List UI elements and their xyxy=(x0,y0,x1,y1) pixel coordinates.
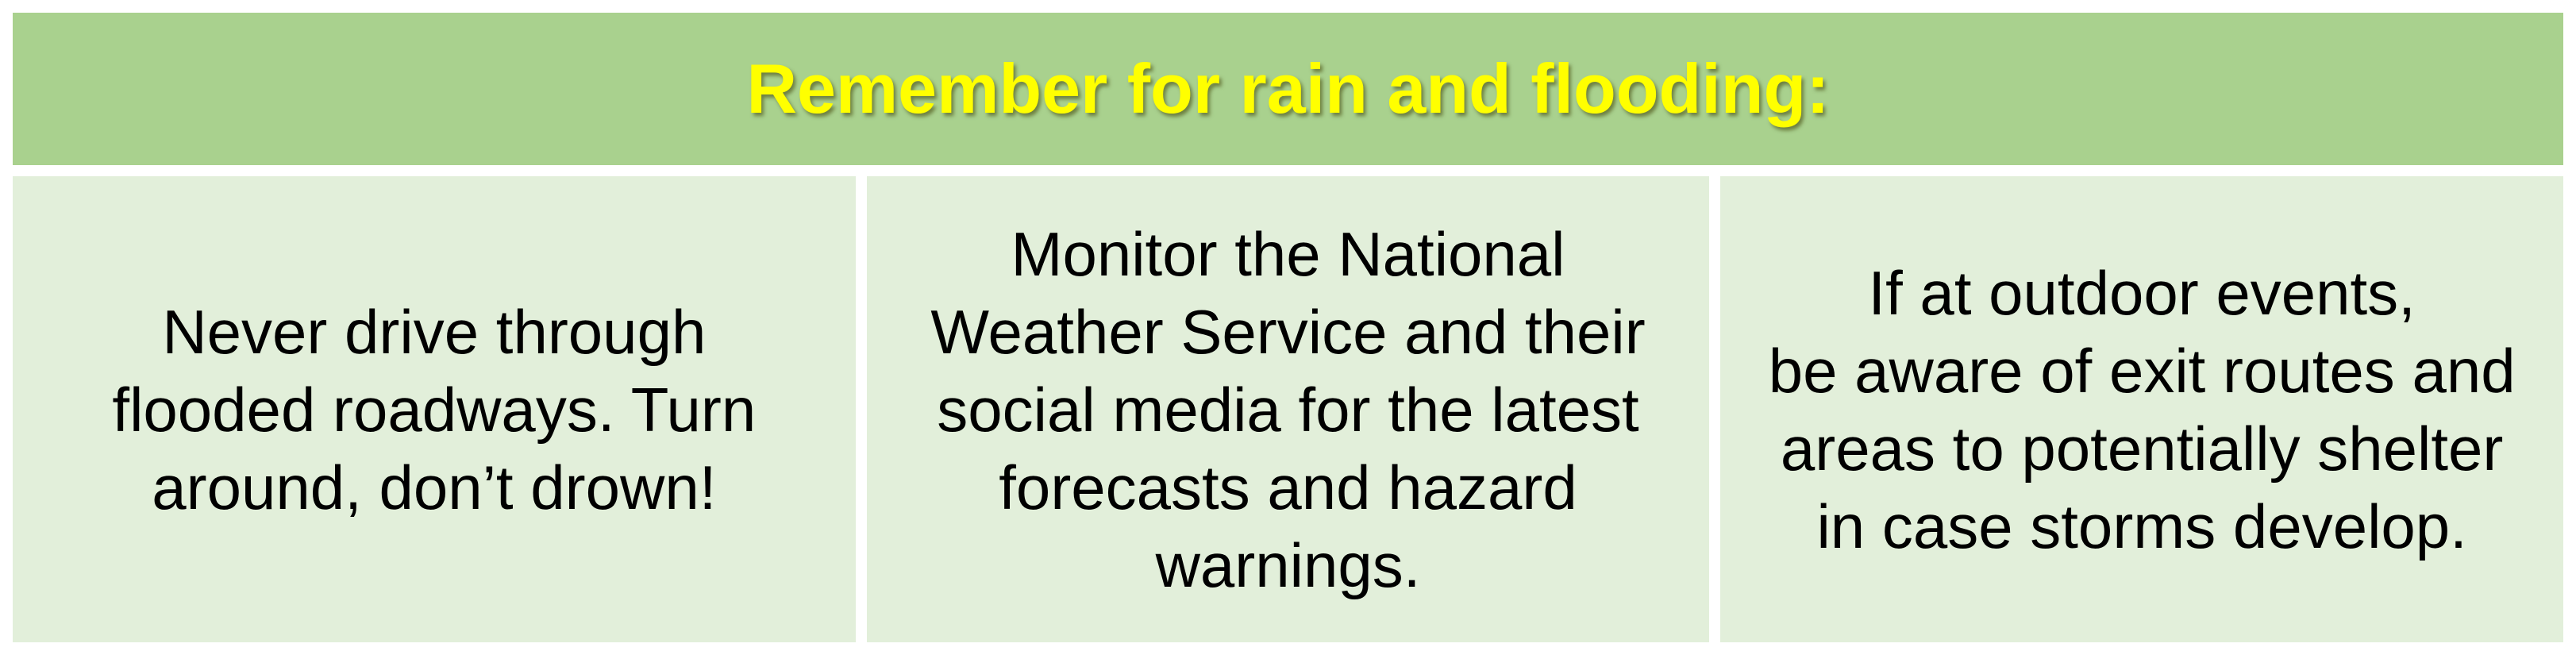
tip-cell-driving: Never drive through flooded roadways. Tu… xyxy=(13,176,856,642)
tip-text-monitor: Monitor the National Weather Service and… xyxy=(930,218,1646,600)
tip-cell-outdoor: If at outdoor events, be aware of exit r… xyxy=(1720,176,2563,642)
flood-safety-table: Remember for rain and flooding: Never dr… xyxy=(13,13,2563,642)
tip-text-outdoor: If at outdoor events, be aware of exit r… xyxy=(1768,257,2516,561)
tip-text-driving: Never drive through flooded roadways. Tu… xyxy=(112,296,757,522)
tip-cell-monitor: Monitor the National Weather Service and… xyxy=(866,176,1710,642)
header-title: Remember for rain and flooding: xyxy=(746,49,1830,128)
table-header: Remember for rain and flooding: xyxy=(13,13,2563,165)
